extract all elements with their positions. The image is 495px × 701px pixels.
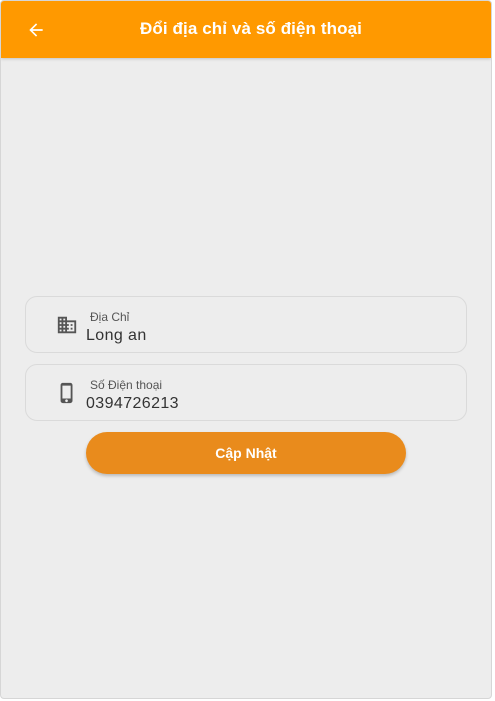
- phone-field[interactable]: Số Điện thoại: [25, 364, 467, 421]
- app-screen: Đổi địa chỉ và số điện thoại Địa Chỉ Số …: [0, 0, 492, 699]
- page-title: Đổi địa chỉ và số điện thoại: [140, 19, 362, 38]
- app-bar: Đổi địa chỉ và số điện thoại: [1, 1, 491, 58]
- update-button[interactable]: Cập Nhật: [86, 432, 406, 474]
- address-label: Địa Chỉ: [90, 310, 130, 324]
- phone-input[interactable]: [86, 395, 446, 413]
- phone-label: Số Điện thoại: [90, 378, 163, 392]
- smartphone-icon: [56, 382, 78, 404]
- building-icon: [56, 314, 78, 336]
- address-input[interactable]: [86, 327, 446, 345]
- address-field[interactable]: Địa Chỉ: [25, 296, 467, 353]
